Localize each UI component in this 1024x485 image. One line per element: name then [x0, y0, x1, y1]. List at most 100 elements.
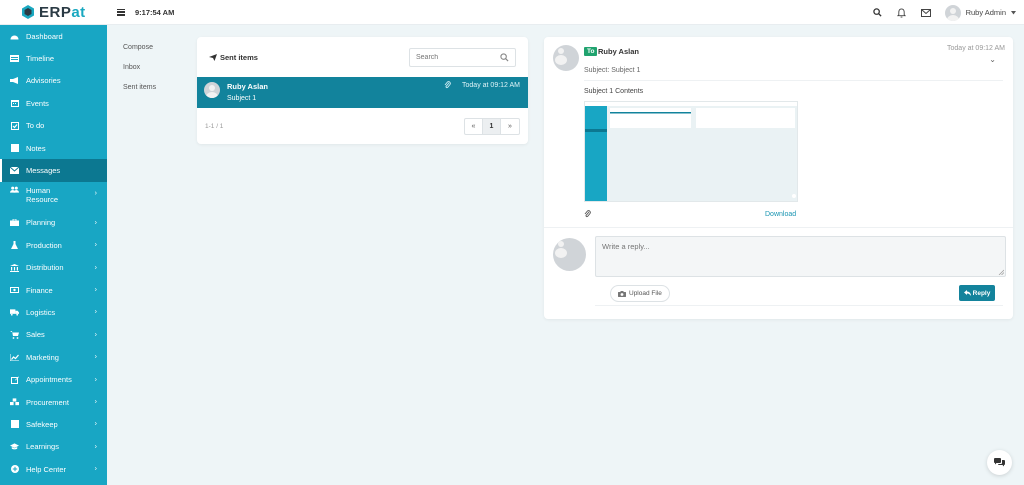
- submenu-sent-items[interactable]: Sent items: [107, 77, 189, 97]
- message-sender: Ruby Aslan: [227, 82, 268, 91]
- chevron-down-icon[interactable]: ⌄: [989, 55, 996, 64]
- chevron-right-icon: ›: [94, 420, 97, 428]
- reply-avatar: [553, 238, 586, 271]
- sidebar-item-label: Appointments: [26, 375, 72, 385]
- search-icon[interactable]: [500, 52, 509, 62]
- reply-textarea[interactable]: [602, 242, 999, 271]
- reply-button[interactable]: Reply: [959, 285, 995, 301]
- sidebar-item-finance[interactable]: Finance ›: [0, 279, 107, 301]
- sidebar-item-label: Distribution: [26, 263, 64, 273]
- clock: 9:17:54 AM: [135, 7, 175, 17]
- sidebar-item-human-resource[interactable]: Human Resource ›: [0, 182, 107, 212]
- reply-icon: [963, 290, 971, 296]
- flask-icon: [10, 241, 19, 250]
- chevron-right-icon: ›: [94, 331, 97, 339]
- money-icon: [10, 286, 19, 294]
- message-subject: Subject 1: [227, 95, 257, 102]
- sidebar-item-todo[interactable]: To do: [0, 115, 107, 137]
- chevron-right-icon: ›: [94, 241, 97, 249]
- sidebar-item-events[interactable]: Events: [0, 92, 107, 114]
- send-icon: [209, 53, 217, 61]
- sidebar-item-label: Planning: [26, 218, 56, 228]
- sidebar-item-timeline[interactable]: Timeline: [0, 47, 107, 69]
- sidebar-item-procurement[interactable]: Procurement ›: [0, 391, 107, 413]
- pagination: « 1 »: [464, 117, 520, 135]
- sidebar-item-learnings[interactable]: Learnings ›: [0, 436, 107, 458]
- reply-box[interactable]: [595, 236, 1006, 277]
- help-icon: [10, 465, 19, 474]
- bell-icon[interactable]: [897, 7, 907, 18]
- prev-page-button[interactable]: «: [465, 118, 483, 134]
- user-menu[interactable]: Ruby Admin: [944, 4, 1016, 21]
- chat-button[interactable]: [987, 450, 1012, 475]
- submenu-inbox[interactable]: Inbox: [107, 57, 189, 77]
- chevron-right-icon: ›: [94, 353, 97, 361]
- truck-icon: [10, 308, 19, 316]
- sidebar-item-label: Sales: [26, 330, 45, 340]
- timeline-icon: [10, 55, 19, 63]
- sidebar-item-label: Marketing: [26, 352, 59, 362]
- submenu-compose[interactable]: Compose: [107, 37, 189, 57]
- sidebar-item-label: Human Resource: [26, 185, 59, 204]
- envelope-icon: [10, 167, 19, 175]
- detail-sender: Ruby Aslan: [598, 47, 639, 56]
- sender-avatar: [553, 45, 579, 71]
- sidebar-item-sales[interactable]: Sales ›: [0, 324, 107, 346]
- message-row[interactable]: Ruby Aslan Subject 1 Today at 09:12 AM: [197, 77, 528, 108]
- next-page-button[interactable]: »: [501, 119, 519, 134]
- sidebar-item-production[interactable]: Production ›: [0, 234, 107, 256]
- sidebar-item-logistics[interactable]: Logistics ›: [0, 301, 107, 323]
- calendar-icon: [10, 99, 19, 108]
- chevron-right-icon: ›: [94, 398, 97, 406]
- archive-icon: [10, 420, 19, 429]
- messages-submenu: Compose Inbox Sent items: [107, 25, 189, 485]
- sidebar-item-safekeep[interactable]: Safekeep ›: [0, 413, 107, 435]
- sidebar-item-help-center[interactable]: Help Center ›: [0, 458, 107, 480]
- upload-file-button[interactable]: Upload File: [610, 285, 670, 302]
- sidebar-item-label: Advisories: [26, 76, 61, 86]
- chevron-right-icon: ›: [94, 308, 97, 316]
- chevron-right-icon: ›: [94, 286, 97, 294]
- sidebar-item-label: Learnings: [26, 442, 59, 452]
- envelope-icon[interactable]: [920, 8, 931, 18]
- message-time: Today at 09:12 AM: [462, 82, 520, 89]
- sidebar-item-dashboard[interactable]: Dashboard: [0, 25, 107, 47]
- app-logo[interactable]: ERPat: [0, 0, 107, 25]
- attachment-preview-image: [585, 102, 797, 201]
- sidebar-item-advisories[interactable]: Advisories: [0, 70, 107, 92]
- paperclip-icon: [444, 81, 451, 89]
- sidebar-item-distribution[interactable]: Distribution ›: [0, 257, 107, 279]
- sidebar-item-appointments[interactable]: Appointments ›: [0, 368, 107, 390]
- chevron-right-icon: ›: [94, 443, 97, 451]
- app-name: ERPat: [39, 3, 86, 21]
- search-box[interactable]: [409, 47, 516, 67]
- divider: [544, 227, 1013, 228]
- sidebar-item-label: Safekeep: [26, 419, 58, 429]
- menu-toggle-icon[interactable]: [117, 8, 125, 16]
- detail-content: Subject 1 Contents: [584, 88, 644, 95]
- sidebar-item-notes[interactable]: Notes: [0, 137, 107, 159]
- user-name: Ruby Admin: [965, 8, 1006, 17]
- briefcase-icon: [10, 219, 19, 227]
- detail-time: Today at 09:12 AM: [947, 45, 1005, 52]
- search-icon[interactable]: [873, 8, 883, 18]
- sidebar-item-label: Dashboard: [26, 31, 63, 41]
- to-badge: To: [584, 47, 598, 56]
- sidebar-item-label: Timeline: [26, 54, 55, 64]
- sidebar-item-planning[interactable]: Planning ›: [0, 212, 107, 234]
- upload-file-label: Upload File: [629, 290, 662, 297]
- sidebar-item-messages[interactable]: Messages: [0, 159, 107, 182]
- checkbox-icon: [10, 121, 19, 130]
- cubes-icon: [10, 398, 19, 406]
- reply-label: Reply: [972, 289, 991, 297]
- resize-handle-icon[interactable]: [998, 269, 1004, 275]
- attachment-thumbnail[interactable]: [584, 101, 798, 202]
- sidebar-item-marketing[interactable]: Marketing ›: [0, 346, 107, 368]
- logo-icon: [22, 5, 34, 19]
- page-1-button[interactable]: 1: [483, 118, 501, 134]
- search-input[interactable]: [416, 53, 496, 61]
- chevron-right-icon: ›: [94, 219, 97, 227]
- paperclip-icon: [584, 210, 591, 218]
- sidebar-item-label: Notes: [26, 143, 46, 153]
- download-link[interactable]: Download: [765, 211, 796, 218]
